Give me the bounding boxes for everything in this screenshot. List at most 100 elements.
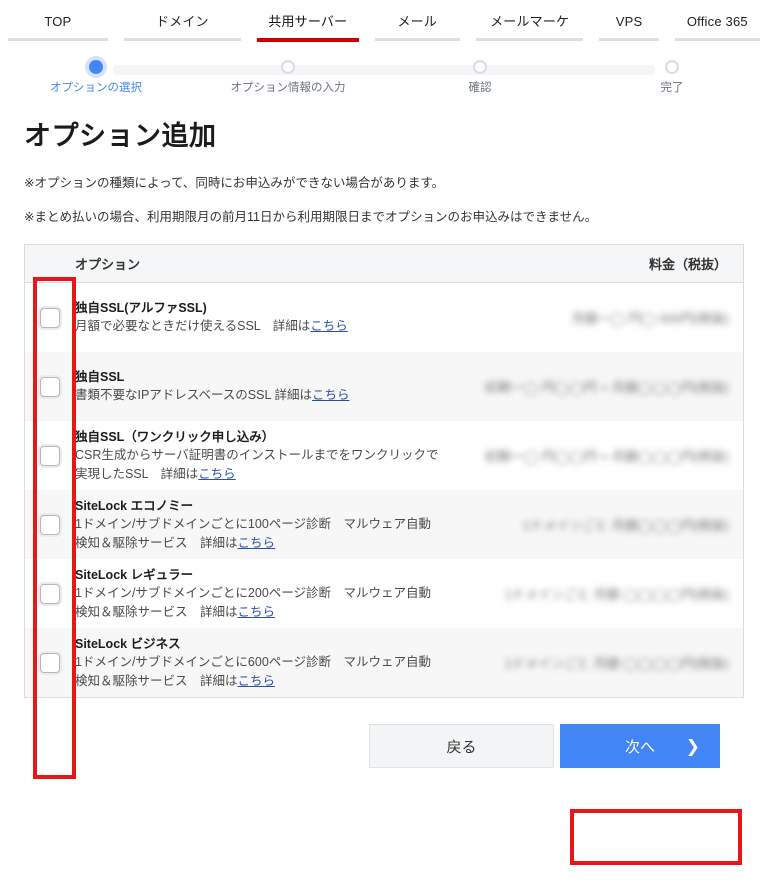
column-header-price: 料金（税抜） xyxy=(648,257,727,272)
next-button[interactable]: 次へ ❯ xyxy=(560,724,720,768)
row-price-cell: 初期一◯ 円◯◯円 + 月額◯◯◯円(税抜) xyxy=(485,446,743,465)
nav-tab-underline xyxy=(475,38,584,41)
row-price-cell: 1ドメインごと 月額 ◯◯◯◯円(税抜) xyxy=(505,584,743,603)
page-title: オプション追加 xyxy=(24,121,217,151)
next-button-label: 次へ xyxy=(624,738,655,756)
options-table: オプション 料金（税抜） 独自SSL(アルファSSL) 月額で必要なときだけ使え… xyxy=(24,244,744,698)
row-checkbox-cell xyxy=(25,445,75,466)
step-complete[interactable]: 完了 xyxy=(576,58,768,95)
table-row[interactable]: SiteLock ビジネス 1ドメイン/サブドメインごとに600ページ診断 マル… xyxy=(25,628,743,697)
option-price: 1ドメインごと 月額 ◯◯◯◯円(税抜) xyxy=(504,656,729,671)
annotation-next-button xyxy=(570,809,742,865)
row-checkbox-cell xyxy=(25,652,75,673)
nav-tab-active-underline xyxy=(256,38,359,42)
option-name: SiteLock ビジネス xyxy=(75,636,181,651)
option-price: 1ドメインごと 月額◯◯◯円(税抜) xyxy=(522,518,729,533)
option-description-text: 書類不要なIPアドレスベースのSSL 詳細は xyxy=(75,388,312,402)
step-dot-icon xyxy=(281,60,295,74)
option-checkbox[interactable] xyxy=(40,445,60,466)
option-name: 独自SSL（ワンクリック申し込み） xyxy=(75,429,275,444)
nav-tab-top[interactable]: TOP xyxy=(0,14,116,41)
table-row[interactable]: 独自SSL（ワンクリック申し込み） CSR生成からサーバ証明書のインストールまで… xyxy=(25,421,743,490)
table-row[interactable]: 独自SSL 書類不要なIPアドレスベースのSSL 詳細はこちら 初期一◯ 円◯◯… xyxy=(25,352,743,421)
option-checkbox[interactable] xyxy=(40,514,60,535)
option-checkbox[interactable] xyxy=(40,583,60,604)
option-description-line1: 1ドメイン/サブドメインごとに600ページ診断 マルウェア自動 xyxy=(75,654,432,669)
row-text-cell: SiteLock エコノミー 1ドメイン/サブドメインごとに100ページ診断 マ… xyxy=(75,497,513,553)
nav-tab-domain-label: ドメイン xyxy=(155,14,209,29)
main-content: オプション追加 ※オプションの種類によって、同時にお申込みができない場合がありま… xyxy=(0,118,768,768)
step-confirm-label: 確認 xyxy=(468,82,492,94)
option-checkbox[interactable] xyxy=(40,652,60,673)
nav-tab-mail[interactable]: メール xyxy=(367,14,468,41)
details-link[interactable]: こちら xyxy=(238,605,276,619)
option-checkbox[interactable] xyxy=(40,376,60,397)
details-link[interactable]: こちら xyxy=(238,536,276,550)
step-dot-icon xyxy=(665,60,679,74)
option-description-line2: 実現したSSL 詳細はこちら xyxy=(75,465,507,484)
option-price: 初期一◯ 円◯◯円 + 月額◯◯◯円(税抜) xyxy=(484,380,729,395)
option-price: 初期一◯ 円◯◯円 + 月額◯◯◯円(税抜) xyxy=(484,449,729,464)
row-text-cell: SiteLock レギュラー 1ドメイン/サブドメインごとに200ページ診断 マ… xyxy=(75,566,513,622)
nav-tab-underline xyxy=(123,38,241,41)
option-name: 独自SSL xyxy=(75,370,125,384)
nav-tab-shared-server[interactable]: 共用サーバー xyxy=(249,14,367,42)
row-price-cell: 1ドメインごと 月額◯◯◯円(税抜) xyxy=(513,515,743,534)
row-text-cell: 独自SSL（ワンクリック申し込み） CSR生成からサーバ証明書のインストールまで… xyxy=(75,428,513,484)
step-enter-option-info[interactable]: オプション情報の入力 xyxy=(192,58,384,95)
option-checkbox[interactable] xyxy=(40,307,60,328)
nav-tab-shared-server-label: 共用サーバー xyxy=(268,14,348,29)
step-select-option[interactable]: オプションの選択 xyxy=(0,58,192,95)
nav-tab-domain[interactable]: ドメイン xyxy=(116,14,249,41)
options-table-header: オプション 料金（税抜） xyxy=(25,245,743,283)
row-checkbox-cell xyxy=(25,376,75,397)
row-text-cell: 独自SSL(アルファSSL) 月額で必要なときだけ使えるSSL 詳細はこちら xyxy=(75,299,513,336)
table-row[interactable]: SiteLock エコノミー 1ドメイン/サブドメインごとに100ページ診断 マ… xyxy=(25,490,743,559)
table-row[interactable]: SiteLock レギュラー 1ドメイン/サブドメインごとに200ページ診断 マ… xyxy=(25,559,743,628)
row-text-cell: SiteLock ビジネス 1ドメイン/サブドメインごとに600ページ診断 マル… xyxy=(75,635,513,691)
option-description: 書類不要なIPアドレスベースのSSL 詳細はこちら xyxy=(75,386,507,405)
nav-tab-underline xyxy=(599,38,659,41)
option-description-text: 月額で必要なときだけ使えるSSL 詳細は xyxy=(75,319,311,333)
nav-tab-underline xyxy=(674,38,760,41)
nav-tab-office365[interactable]: Office 365 xyxy=(667,14,768,41)
step-confirm[interactable]: 確認 xyxy=(384,58,576,95)
back-button[interactable]: 戻る xyxy=(369,724,554,768)
step-dot-icon xyxy=(473,60,487,74)
option-name: SiteLock レギュラー xyxy=(75,567,194,582)
nav-tab-mail-marketing[interactable]: メールマーケ xyxy=(468,14,592,41)
nav-tab-underline xyxy=(8,38,108,41)
option-name: 独自SSL(アルファSSL) xyxy=(75,301,207,315)
row-checkbox-cell xyxy=(25,583,75,604)
nav-tab-vps-label: VPS xyxy=(615,14,643,29)
step-dot-active-icon xyxy=(89,60,103,74)
option-description-line1: 1ドメイン/サブドメインごとに200ページ診断 マルウェア自動 xyxy=(75,585,432,600)
note-option-types: ※オプションの種類によって、同時にお申込みができない場合があります。 xyxy=(24,176,445,190)
option-price: 月額一◯ 円◯ 000円(税抜) xyxy=(571,311,729,326)
row-checkbox-cell xyxy=(25,514,75,535)
option-description-line1: 1ドメイン/サブドメインごとに100ページ診断 マルウェア自動 xyxy=(75,516,432,531)
nav-tab-underline xyxy=(374,38,460,41)
details-link[interactable]: こちら xyxy=(198,467,236,481)
note-bulk-payment: ※まとめ払いの場合、利用期限月の前月11日から利用期限日までオプションのお申込み… xyxy=(24,210,598,224)
option-description-line2: 検知＆駆除サービス 詳細はこちら xyxy=(75,603,507,622)
step-select-option-label: オプションの選択 xyxy=(50,82,142,94)
step-complete-label: 完了 xyxy=(660,82,684,94)
nav-tab-mail-marketing-label: メールマーケ xyxy=(490,14,570,29)
row-checkbox-cell xyxy=(25,307,75,328)
details-link[interactable]: こちら xyxy=(312,388,350,402)
nav-tab-top-label: TOP xyxy=(44,14,72,29)
details-link[interactable]: こちら xyxy=(310,319,348,333)
table-row[interactable]: 独自SSL(アルファSSL) 月額で必要なときだけ使えるSSL 詳細はこちら 月… xyxy=(25,283,743,352)
option-description-text: 検知＆駆除サービス 詳細は xyxy=(75,604,238,619)
nav-tab-office365-label: Office 365 xyxy=(686,14,748,29)
row-text-cell: 独自SSL 書類不要なIPアドレスベースのSSL 詳細はこちら xyxy=(75,368,513,405)
nav-tab-vps[interactable]: VPS xyxy=(591,14,666,41)
option-description-text: 検知＆駆除サービス 詳細は xyxy=(75,673,238,688)
details-link[interactable]: こちら xyxy=(238,674,276,688)
row-price-cell: 1ドメインごと 月額 ◯◯◯◯円(税抜) xyxy=(505,653,743,672)
option-description: 月額で必要なときだけ使えるSSL 詳細はこちら xyxy=(75,317,507,336)
global-nav: TOP ドメイン 共用サーバー メール メールマーケ VPS Office 36… xyxy=(0,0,768,44)
column-header-option: オプション xyxy=(75,257,141,272)
step-enter-option-info-label: オプション情報の入力 xyxy=(230,82,346,94)
